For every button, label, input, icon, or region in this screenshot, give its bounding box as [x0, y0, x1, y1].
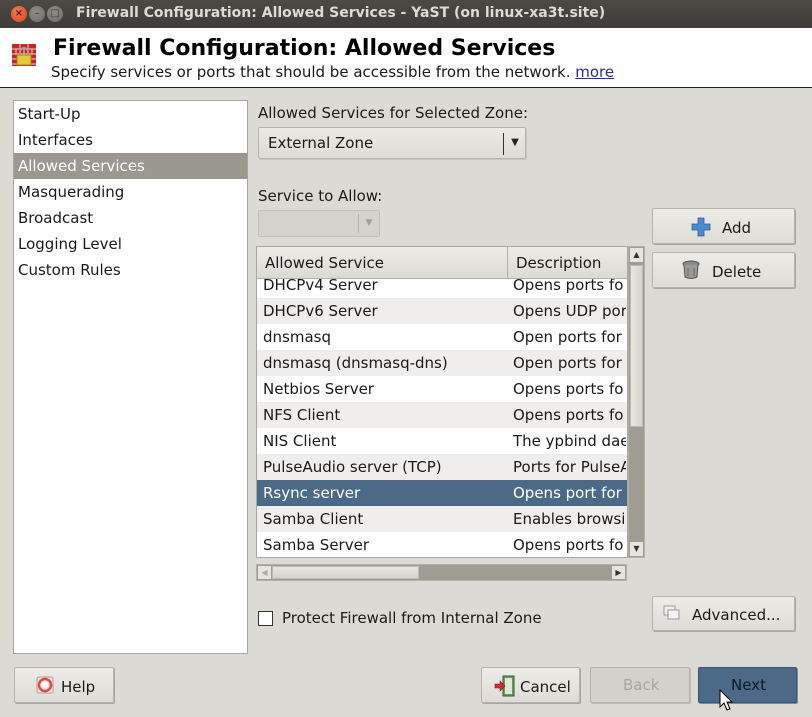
- description-cell: Opens UDP por: [513, 302, 626, 320]
- protect-internal-label: Protect Firewall from Internal Zone: [282, 609, 542, 627]
- table-body: DHCPv4 Server Opens ports fo DHCPv6 Serve…: [257, 272, 627, 557]
- description-cell: Open ports for: [513, 328, 622, 346]
- service-cell: PulseAudio server (TCP): [263, 458, 442, 476]
- service-cell: NIS Client: [263, 432, 337, 450]
- help-button[interactable]: Help: [14, 667, 114, 703]
- allowed-services-table: Allowed Service Description DHCPv4 Serve…: [256, 246, 628, 558]
- arrow-up-icon: ▲: [633, 250, 640, 259]
- service-cell: DHCPv6 Server: [263, 302, 378, 320]
- table-row[interactable]: NFS Client Opens ports fo: [257, 402, 627, 428]
- description-cell: Ports for PulseA: [513, 458, 626, 476]
- arrow-left-icon: ◀: [261, 568, 268, 577]
- advanced-button[interactable]: Advanced...: [652, 596, 795, 631]
- table-vertical-scrollbar[interactable]: ▲ ▼: [628, 246, 645, 558]
- more-link[interactable]: more: [575, 63, 614, 81]
- window-minimize-button[interactable]: –: [29, 6, 45, 22]
- firewall-icon: [12, 44, 36, 66]
- service-cell: Samba Client: [263, 510, 364, 528]
- service-to-allow-label: Service to Allow:: [258, 187, 383, 205]
- chevron-down-icon: ▼: [511, 137, 519, 148]
- description-cell: Enables browsi: [513, 510, 626, 528]
- service-cell: Samba Server: [263, 536, 369, 554]
- sidebar-item-broadcast[interactable]: Broadcast: [14, 205, 247, 231]
- scroll-right-button[interactable]: ▶: [612, 566, 625, 579]
- description-cell: Opens ports fo: [513, 380, 624, 398]
- horizontal-scroll-thumb[interactable]: [272, 566, 419, 579]
- help-button-label: Help: [61, 678, 96, 696]
- back-button: Back: [590, 667, 690, 703]
- zone-label: Allowed Services for Selected Zone:: [258, 104, 529, 122]
- scroll-down-button[interactable]: ▼: [630, 542, 643, 556]
- scroll-left-button[interactable]: ◀: [258, 566, 271, 579]
- window-title: Firewall Configuration: Allowed Services…: [76, 5, 606, 21]
- table-row[interactable]: Netbios Server Opens ports fo: [257, 376, 627, 402]
- zone-select[interactable]: External Zone ▼: [258, 127, 526, 159]
- service-cell: Rsync server: [263, 484, 361, 502]
- column-header-description[interactable]: Description: [508, 247, 627, 279]
- window-close-button[interactable]: ×: [11, 6, 27, 22]
- table-row-selected[interactable]: Rsync server Opens port for: [257, 480, 627, 506]
- cancel-button-label: Cancel: [520, 678, 571, 696]
- lifebuoy-icon: [36, 676, 54, 694]
- sidebar-item-masquerading[interactable]: Masquerading: [14, 179, 247, 205]
- arrow-down-icon: ▼: [633, 544, 640, 553]
- service-select-separator: [358, 214, 359, 233]
- minimize-icon: –: [34, 8, 40, 19]
- close-icon: ×: [14, 8, 24, 19]
- exit-door-icon: [494, 675, 515, 697]
- sidebar-item-interfaces[interactable]: Interfaces: [14, 127, 247, 153]
- zone-select-value: External Zone: [268, 134, 374, 152]
- subtitle-text: Specify services or ports that should be…: [51, 63, 571, 81]
- description-cell: The ypbind dae: [513, 432, 626, 450]
- page-header: Firewall Configuration: Allowed Services…: [0, 28, 812, 88]
- maximize-icon: □: [50, 8, 60, 19]
- sidebar-item-custom-rules[interactable]: Custom Rules: [14, 257, 247, 283]
- service-cell: Netbios Server: [263, 380, 374, 398]
- description-cell: Opens ports fo: [513, 406, 624, 424]
- page-title: Firewall Configuration: Allowed Services: [53, 36, 556, 61]
- chevron-down-icon: ▼: [365, 218, 373, 228]
- next-button[interactable]: Next: [698, 667, 797, 703]
- sidebar-item-allowed-services[interactable]: Allowed Services: [14, 153, 247, 179]
- description-cell: Opens ports fo: [513, 536, 624, 554]
- table-row[interactable]: dnsmasq Open ports for: [257, 324, 627, 350]
- window-titlebar: × – □ Firewall Configuration: Allowed Se…: [0, 0, 812, 28]
- description-cell: Opens port for: [513, 484, 622, 502]
- cancel-button[interactable]: Cancel: [481, 667, 580, 703]
- trash-icon: [682, 260, 700, 279]
- service-cell: dnsmasq (dnsmasq-dns): [263, 354, 448, 372]
- add-button-label: Add: [722, 219, 752, 237]
- advanced-button-label: Advanced...: [692, 606, 781, 624]
- add-button[interactable]: Add: [652, 208, 795, 244]
- arrow-right-icon: ▶: [615, 568, 622, 577]
- service-cell: dnsmasq: [263, 328, 331, 346]
- description-cell: Open ports for: [513, 354, 622, 372]
- sidebar-item-logging-level[interactable]: Logging Level: [14, 231, 247, 257]
- protect-internal-checkbox[interactable]: [258, 611, 273, 626]
- delete-button[interactable]: Delete: [652, 252, 795, 288]
- table-row[interactable]: dnsmasq (dnsmasq-dns) Open ports for: [257, 350, 627, 376]
- sidebar-nav: Start-Up Interfaces Allowed Services Mas…: [13, 100, 248, 654]
- service-cell: NFS Client: [263, 406, 341, 424]
- page-subtitle: Specify services or ports that should be…: [51, 63, 614, 81]
- table-row[interactable]: Samba Server Opens ports fo: [257, 532, 627, 557]
- plus-icon: [691, 217, 711, 237]
- scroll-up-button[interactable]: ▲: [630, 248, 643, 262]
- table-header: Allowed Service Description: [257, 247, 627, 279]
- table-row[interactable]: NIS Client The ypbind dae: [257, 428, 627, 454]
- delete-button-label: Delete: [712, 263, 762, 281]
- table-horizontal-scrollbar[interactable]: ◀ ▶: [256, 564, 627, 581]
- next-button-label: Next: [731, 676, 766, 694]
- sidebar-item-start-up[interactable]: Start-Up: [14, 101, 247, 127]
- table-row[interactable]: PulseAudio server (TCP) Ports for PulseA: [257, 454, 627, 480]
- zone-select-separator: [503, 133, 504, 155]
- windows-icon: [663, 605, 680, 620]
- back-button-label: Back: [623, 676, 660, 694]
- column-header-allowed-service[interactable]: Allowed Service: [257, 247, 508, 279]
- table-row[interactable]: Samba Client Enables browsi: [257, 506, 627, 532]
- table-row[interactable]: DHCPv6 Server Opens UDP por: [257, 298, 627, 324]
- service-to-allow-select[interactable]: ▼: [258, 210, 380, 237]
- vertical-scroll-thumb[interactable]: [630, 265, 643, 427]
- window-maximize-button[interactable]: □: [47, 6, 63, 22]
